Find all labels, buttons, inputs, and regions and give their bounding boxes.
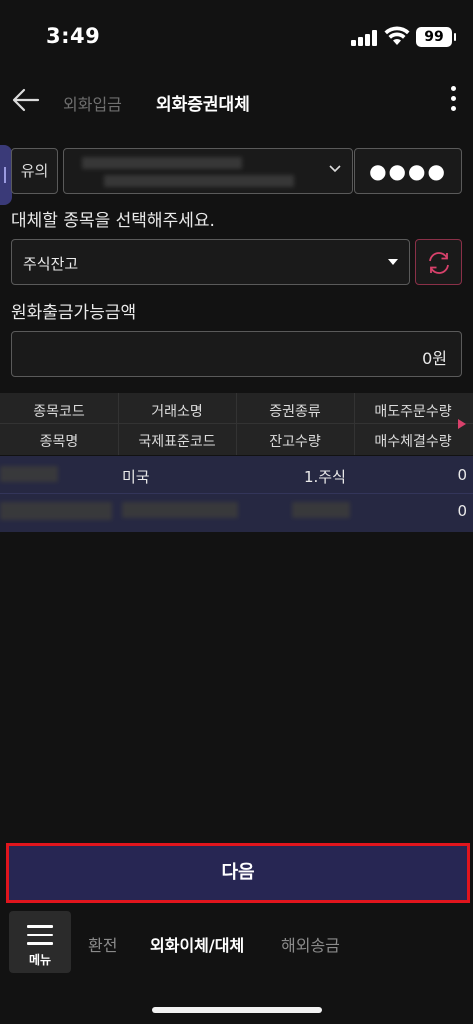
withdrawable-amount-value: 0원 xyxy=(422,349,447,368)
more-options-icon[interactable] xyxy=(446,86,460,118)
masked-isin xyxy=(122,502,238,518)
nav-overseas-remittance[interactable]: 해외송금 xyxy=(281,932,340,956)
col-sell-order-qty: 매도주문수량 xyxy=(374,404,452,420)
scroll-right-icon[interactable] xyxy=(458,419,466,429)
holdings-table-header: 종목코드 거래소명 증권종류 매도주문수량 종목명 국제표준코드 잔고수량 매수… xyxy=(0,393,473,455)
battery-icon: 99 xyxy=(416,27,456,47)
account-selector[interactable] xyxy=(63,148,353,194)
col-buy-filled-qty: 매수체결수량 xyxy=(374,434,452,450)
home-indicator[interactable] xyxy=(152,1007,322,1013)
nav-exchange[interactable]: 환전 xyxy=(88,932,117,956)
col-balance-qty: 잔고수량 xyxy=(269,434,321,450)
masked-balance-qty xyxy=(292,502,350,518)
holding-type-value: 주식잔고 xyxy=(23,255,79,273)
refresh-button[interactable] xyxy=(415,239,462,285)
tab-foreign-deposit[interactable]: 외화입금 xyxy=(63,91,122,115)
refresh-icon xyxy=(429,252,449,274)
next-button[interactable]: 다음 xyxy=(6,843,470,903)
row-sell-order-qty: 0 xyxy=(457,466,467,484)
row-buy-filled-qty: 0 xyxy=(457,502,467,520)
password-field[interactable]: ●●●● xyxy=(354,148,462,194)
col-isin: 국제표준코드 xyxy=(138,434,216,450)
row-security-type: 1.주식 xyxy=(304,468,346,486)
masked-account-text xyxy=(104,175,294,187)
status-bar: 3:49 99 xyxy=(0,0,473,70)
col-exchange: 거래소명 xyxy=(151,404,203,420)
row-exchange: 미국 xyxy=(122,468,150,486)
selection-instruction: 대체할 종목을 선택해주세요. xyxy=(11,211,215,231)
col-security-code: 종목코드 xyxy=(33,404,85,420)
holding-type-select[interactable]: 주식잔고 xyxy=(11,239,410,285)
signal-icon xyxy=(351,30,377,46)
status-time: 3:49 xyxy=(46,24,101,48)
withdrawable-amount-field: 0원 xyxy=(11,331,462,377)
menu-button[interactable]: 메뉴 xyxy=(9,911,71,973)
masked-account-text xyxy=(82,157,242,169)
col-security-name: 종목명 xyxy=(39,434,79,450)
masked-security-code xyxy=(0,466,58,482)
chevron-down-icon xyxy=(329,165,341,173)
withdrawable-amount-label: 원화출금가능금액 xyxy=(11,303,137,323)
notice-button[interactable]: 유의 xyxy=(11,148,58,194)
nav-foreign-transfer[interactable]: 외화이체/대체 xyxy=(150,932,244,956)
masked-security-name xyxy=(0,502,112,520)
menu-label: 메뉴 xyxy=(28,953,52,967)
col-security-type: 증권종류 xyxy=(269,404,321,420)
back-arrow-icon[interactable] xyxy=(10,84,42,116)
bottom-nav: 메뉴 환전 외화이체/대체 해외송금 xyxy=(0,905,473,1024)
app-header: 외화입금 외화증권대체 xyxy=(0,70,473,136)
wifi-icon xyxy=(384,26,410,45)
table-row[interactable]: 미국 1.주식 0 0 xyxy=(0,456,473,532)
tab-foreign-securities-transfer[interactable]: 외화증권대체 xyxy=(156,90,250,115)
hamburger-icon xyxy=(27,925,53,951)
dropdown-caret-icon xyxy=(388,259,398,265)
